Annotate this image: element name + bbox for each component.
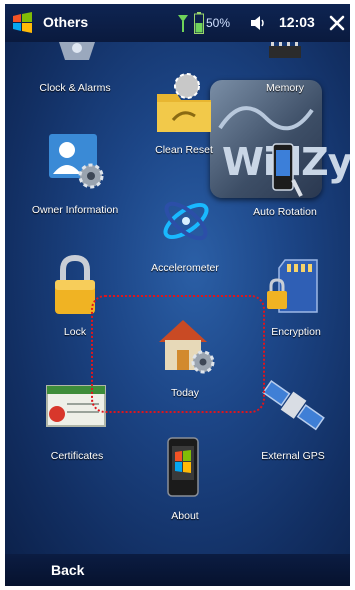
about-label: About bbox=[171, 510, 199, 522]
screen: Others 50% 12:03 WidZy Cloc bbox=[5, 4, 350, 586]
satellite-icon bbox=[262, 380, 325, 431]
phone-rotation-icon bbox=[272, 143, 303, 197]
clock-icon bbox=[59, 42, 95, 60]
clean-reset-item[interactable]: Clean Reset bbox=[139, 72, 229, 162]
memory-chip-icon bbox=[269, 42, 301, 58]
accelerometer-icon bbox=[163, 201, 209, 241]
signal-icon bbox=[178, 15, 188, 32]
sd-card-lock-icon bbox=[267, 259, 318, 313]
memory-item[interactable]: Memory bbox=[245, 42, 325, 102]
clock-time[interactable]: 12:03 bbox=[279, 14, 315, 30]
auto-rotation-item[interactable]: Auto Rotation bbox=[235, 134, 335, 224]
lock-label: Lock bbox=[63, 326, 87, 338]
status-bar: Others 50% 12:03 bbox=[5, 4, 350, 42]
app-title: Others bbox=[43, 14, 89, 30]
accelerometer-label: Accelerometer bbox=[151, 262, 219, 274]
wave-icon bbox=[218, 106, 314, 131]
clock-alarms-item[interactable]: Clock & Alarms bbox=[25, 42, 125, 102]
windows-phone-icon bbox=[167, 437, 199, 497]
volume-icon[interactable] bbox=[249, 14, 267, 32]
accelerometer-item[interactable]: Accelerometer bbox=[135, 194, 235, 284]
clock-alarms-label: Clock & Alarms bbox=[39, 82, 111, 94]
windows-start-icon[interactable] bbox=[11, 11, 35, 35]
clean-reset-label: Clean Reset bbox=[155, 144, 213, 156]
folder-gear-icon bbox=[157, 73, 211, 132]
about-item[interactable]: About bbox=[145, 436, 225, 526]
selection-highlight bbox=[91, 295, 265, 413]
owner-information-item[interactable]: Owner Information bbox=[17, 132, 133, 222]
battery-percent: 50% bbox=[206, 16, 231, 30]
owner-contact-icon bbox=[49, 134, 104, 189]
auto-rotation-label: Auto Rotation bbox=[253, 206, 317, 218]
softkey-bar: Back bbox=[5, 554, 350, 586]
owner-information-label: Owner Information bbox=[31, 204, 119, 216]
encryption-label: Encryption bbox=[271, 326, 321, 338]
certificates-label: Certificates bbox=[50, 450, 104, 462]
external-gps-label: External GPS bbox=[261, 450, 325, 462]
back-button[interactable]: Back bbox=[51, 562, 84, 578]
close-icon[interactable] bbox=[328, 14, 346, 32]
battery-icon bbox=[194, 12, 204, 34]
memory-label: Memory bbox=[266, 82, 304, 94]
